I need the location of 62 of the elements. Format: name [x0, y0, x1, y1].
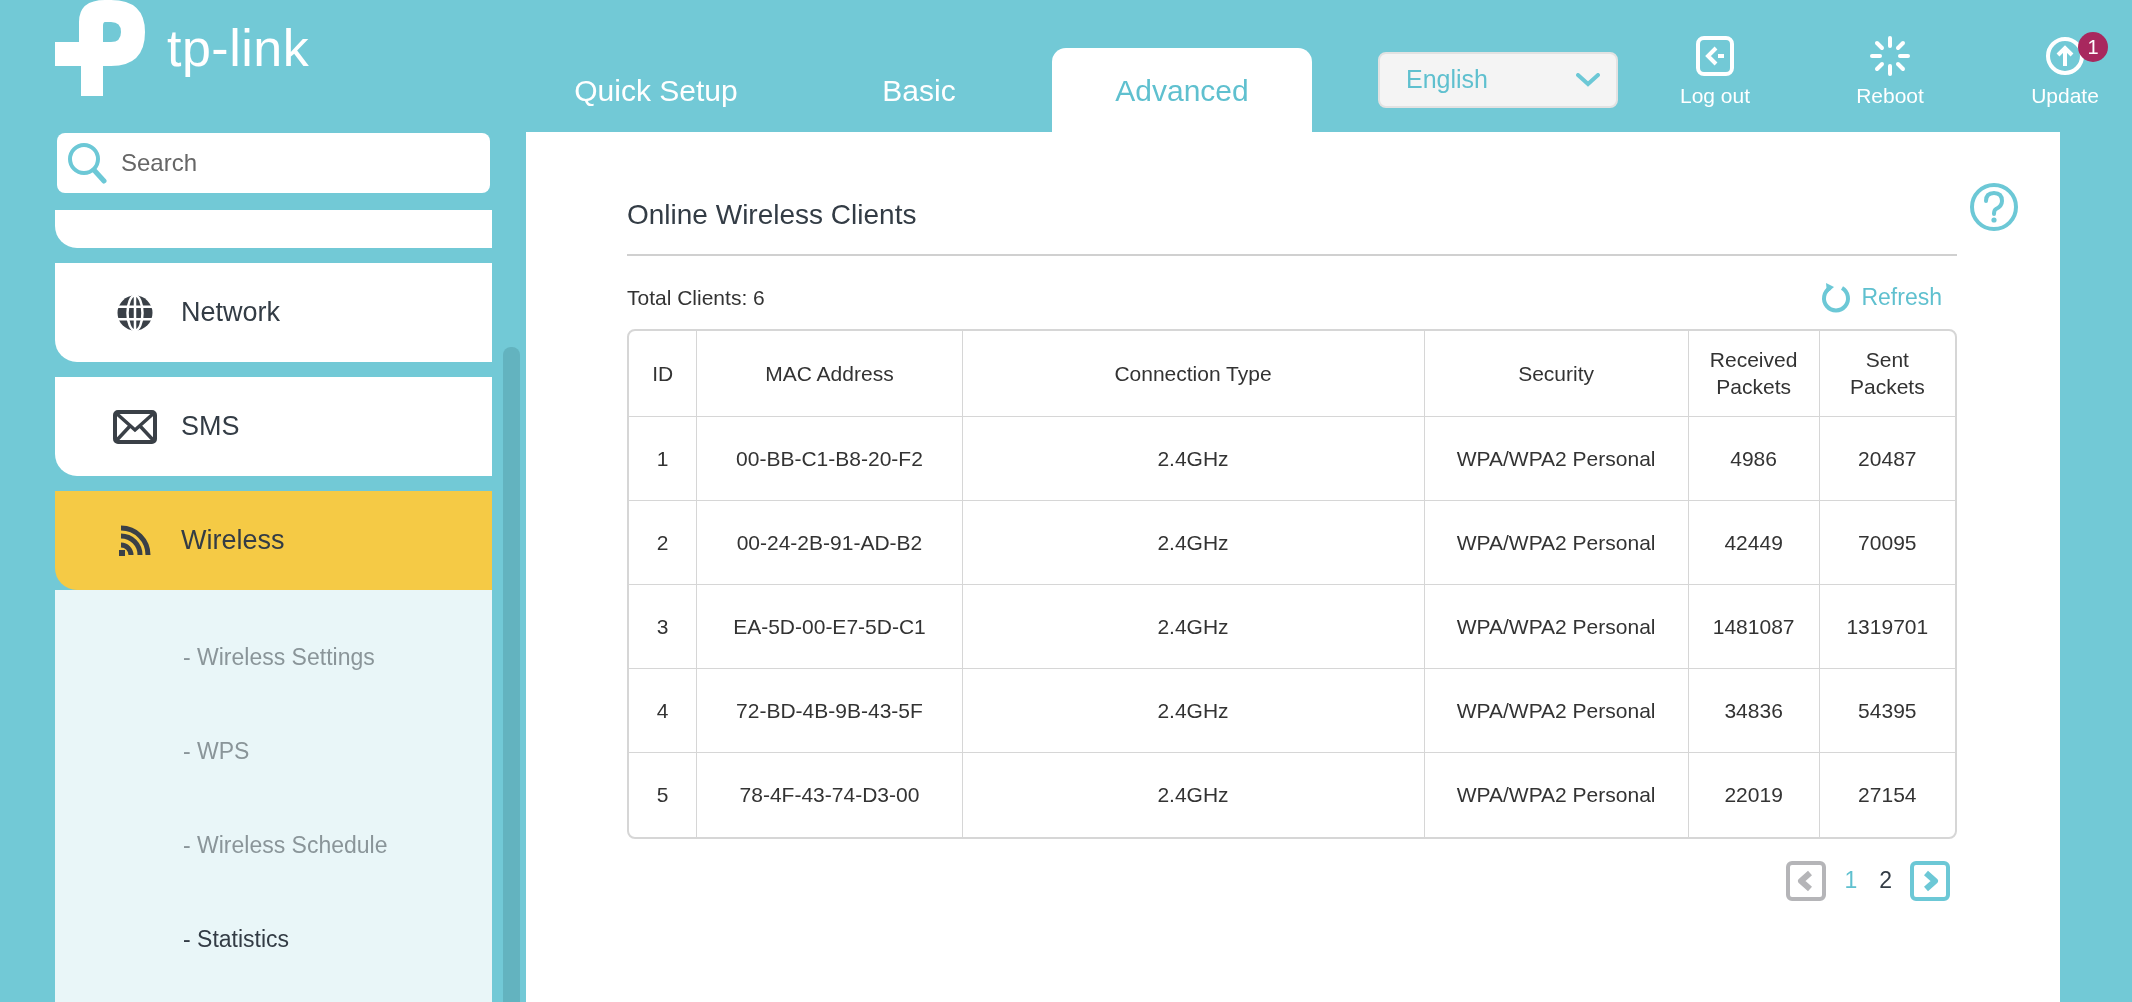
nav-tab[interactable]: Quick Setup [526, 48, 786, 132]
nav-tab[interactable]: Advanced [1052, 48, 1312, 132]
table-cell: 1481087 [1688, 584, 1820, 669]
signal-icon [118, 523, 152, 558]
search-field[interactable]: Search [57, 133, 490, 193]
refresh-button[interactable]: Refresh [1821, 280, 1957, 315]
table-cell: 2.4GHz [962, 584, 1425, 669]
column-header: MAC Address [696, 330, 962, 417]
table-cell: 4 [629, 668, 697, 753]
chevron-down-icon [1576, 73, 1600, 87]
page-link[interactable]: 1 [1840, 863, 1862, 898]
column-header: Received Packets [1688, 330, 1820, 417]
upload-icon [2045, 36, 2085, 76]
sidebar-item[interactable]: SMS [55, 377, 492, 476]
table-cell: 2.4GHz [962, 500, 1425, 585]
section-title: Online Wireless Clients [627, 194, 1957, 256]
submenu-item[interactable]: - Statistics [55, 892, 296, 986]
search-icon [67, 142, 107, 184]
globe-icon [115, 292, 155, 333]
table-cell: 4986 [1688, 416, 1820, 501]
nav-tab[interactable]: Basic [789, 48, 1049, 132]
submenu-item[interactable]: - Wireless Schedule [55, 798, 394, 892]
sidebar-item[interactable]: Network [55, 263, 492, 362]
table-cell: 1 [629, 416, 697, 501]
table-cell: 2.4GHz [962, 668, 1425, 753]
refresh-icon [1821, 281, 1852, 314]
logout-icon [1696, 36, 1734, 76]
table-cell: WPA/WPA2 Personal [1424, 416, 1689, 501]
column-header: Security [1424, 330, 1689, 417]
table-cell: WPA/WPA2 Personal [1424, 668, 1689, 753]
next-page-button[interactable] [1910, 860, 1950, 901]
column-header: Sent Packets [1819, 330, 1955, 417]
envelope-icon [113, 409, 157, 444]
table-cell: 34836 [1688, 668, 1820, 753]
table-cell: 72-BD-4B-9B-43-5F [696, 668, 962, 753]
sidebar-item[interactable] [55, 210, 492, 248]
table-cell: 00-24-2B-91-AD-B2 [696, 500, 962, 585]
table-cell: WPA/WPA2 Personal [1424, 500, 1689, 585]
column-header: Connection Type [962, 330, 1425, 417]
table-cell: WPA/WPA2 Personal [1424, 584, 1689, 669]
table-cell: EA-5D-00-E7-5D-C1 [696, 584, 962, 669]
submenu-item[interactable]: - WPS [55, 704, 256, 798]
page-link[interactable]: 2 [1875, 863, 1896, 898]
total-clients-text: Total Clients: 6 [627, 284, 765, 311]
table-cell: 27154 [1819, 752, 1955, 837]
help-icon[interactable] [1969, 182, 2019, 232]
language-select[interactable]: English [1378, 52, 1618, 108]
table-cell: 2 [629, 500, 697, 585]
table-cell: 00-BB-C1-B8-20-F2 [696, 416, 962, 501]
table-cell: 5 [629, 752, 697, 837]
reboot-button[interactable]: Reboot [1825, 0, 1955, 132]
reboot-icon [1870, 36, 1910, 76]
table-cell: 2.4GHz [962, 416, 1425, 501]
notification-badge: 1 [2078, 32, 2108, 62]
column-header: ID [629, 330, 697, 417]
submenu-item[interactable]: - Wireless Settings [55, 610, 381, 704]
logout-button[interactable]: Log out [1650, 0, 1780, 132]
table-cell: 42449 [1688, 500, 1820, 585]
language-value: English [1406, 64, 1488, 96]
update-button[interactable]: Update 1 [2000, 0, 2130, 132]
sidebar-item[interactable]: Wireless [55, 491, 492, 590]
table-cell: 3 [629, 584, 697, 669]
